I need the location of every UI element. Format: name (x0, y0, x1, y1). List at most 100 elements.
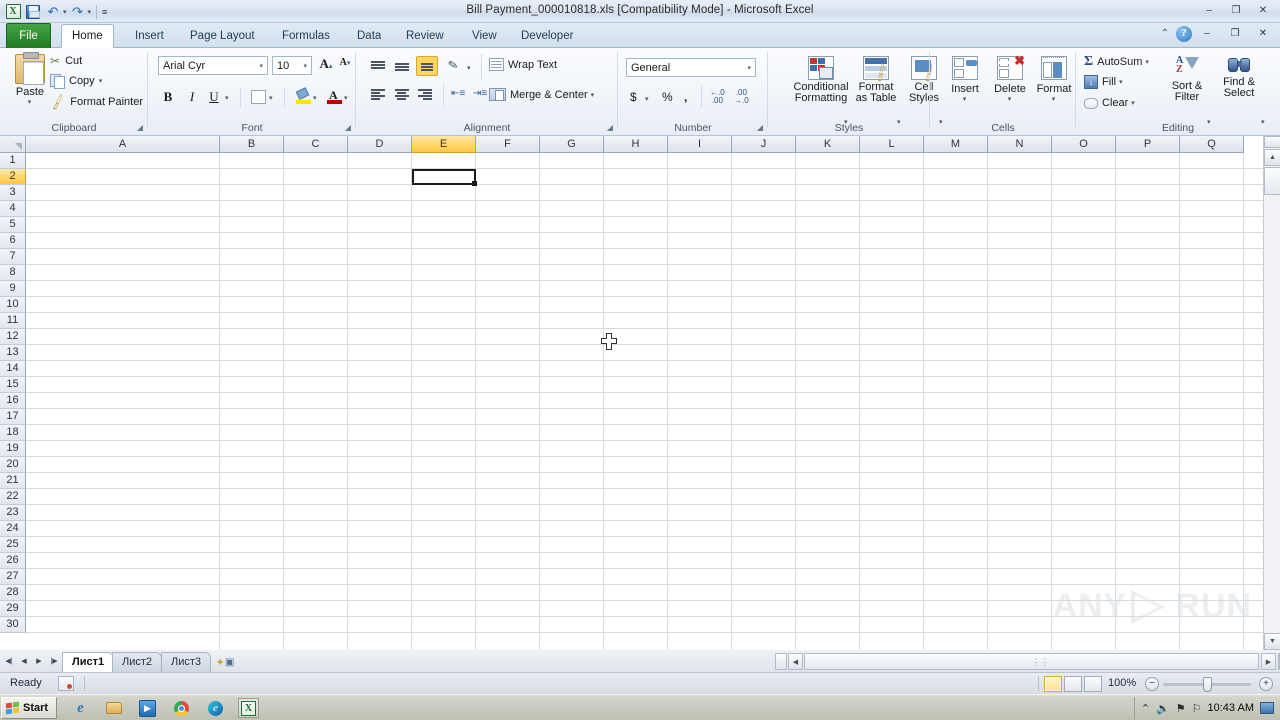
bold-button[interactable]: B (159, 88, 177, 106)
sheet-tab-1[interactable]: Лист1 (62, 652, 115, 672)
wrap-text-button[interactable]: Wrap Text (489, 58, 557, 71)
minimize-button[interactable]: – (1196, 2, 1222, 19)
doc-minimize-button[interactable]: – (1194, 25, 1220, 42)
cut-button[interactable]: ✂ Cut (50, 54, 82, 68)
media-player-icon[interactable]: ▶ (137, 698, 158, 718)
row-header-26[interactable]: 26 (0, 553, 26, 569)
underline-button[interactable]: U (205, 88, 223, 106)
next-sheet-button[interactable]: ▶ (32, 653, 46, 668)
tab-file[interactable]: File (6, 23, 51, 48)
help-icon[interactable]: ? (1176, 25, 1192, 42)
row-header-23[interactable]: 23 (0, 505, 26, 521)
number-dialog-launcher[interactable] (755, 123, 765, 133)
tab-insert[interactable]: Insert (125, 24, 174, 48)
font-name-input[interactable]: Arial Cyr ▾ (158, 56, 268, 75)
scroll-right-button[interactable]: ▶ (1261, 653, 1276, 670)
font-name-caret[interactable]: ▾ (259, 62, 265, 70)
delete-caret[interactable]: ▾ (1008, 95, 1012, 103)
show-hidden-icons-button[interactable]: ⌃ (1141, 702, 1150, 715)
column-header-H[interactable]: H (604, 136, 668, 153)
column-header-O[interactable]: O (1052, 136, 1116, 153)
decrease-decimal-button[interactable]: .00 →.0 (734, 89, 749, 105)
row-header-12[interactable]: 12 (0, 329, 26, 345)
row-header-10[interactable]: 10 (0, 297, 26, 313)
delete-cells-button[interactable]: ✖ Delete ▾ (988, 53, 1032, 103)
increase-indent-button[interactable]: ⇥≡ (473, 88, 489, 102)
row-header-5[interactable]: 5 (0, 217, 26, 233)
row-header-3[interactable]: 3 (0, 185, 26, 201)
row-header-30[interactable]: 30 (0, 617, 26, 633)
vertical-scrollbar[interactable]: ▲ ▼ (1263, 136, 1280, 650)
column-header-A[interactable]: A (26, 136, 220, 153)
horizontal-scroll-thumb[interactable]: ⋮⋮ (804, 653, 1259, 670)
underline-dropdown-caret[interactable]: ▾ (225, 94, 229, 102)
edge-icon[interactable]: e (205, 698, 226, 718)
row-header-29[interactable]: 29 (0, 601, 26, 617)
column-header-P[interactable]: P (1116, 136, 1180, 153)
fill-caret[interactable]: ▾ (1119, 78, 1123, 86)
scroll-up-button[interactable]: ▲ (1264, 149, 1280, 166)
align-right-button[interactable] (417, 88, 433, 102)
insert-worksheet-icon[interactable]: ✦ ▣ (213, 653, 237, 671)
column-header-E[interactable]: E (412, 136, 476, 153)
sheet-tab-2[interactable]: Лист2 (112, 652, 163, 672)
clear-button[interactable]: Clear ▾ (1084, 97, 1135, 109)
column-header-D[interactable]: D (348, 136, 412, 153)
clipboard-dialog-launcher[interactable] (135, 123, 145, 133)
security-icon[interactable]: ⚑ (1176, 702, 1186, 715)
row-header-1[interactable]: 1 (0, 153, 26, 169)
top-align-button[interactable] (370, 60, 386, 74)
column-header-I[interactable]: I (668, 136, 732, 153)
doc-restore-button[interactable]: ❐ (1222, 25, 1248, 42)
accounting-caret[interactable]: ▾ (645, 95, 649, 103)
paste-button[interactable]: Paste ▾ (8, 52, 52, 106)
autosum-caret[interactable]: ▾ (1145, 58, 1149, 66)
borders-dropdown-caret[interactable]: ▾ (269, 94, 273, 102)
split-handle-left[interactable] (775, 653, 787, 670)
select-all-button[interactable] (0, 136, 26, 153)
network-icon[interactable]: ⚐ (1192, 702, 1202, 715)
macro-record-button[interactable] (58, 676, 74, 691)
column-header-L[interactable]: L (860, 136, 924, 153)
column-header-J[interactable]: J (732, 136, 796, 153)
merge-center-button[interactable]: Merge & Center ▾ (489, 88, 594, 101)
active-cell-selection[interactable] (412, 169, 477, 186)
column-header-F[interactable]: F (476, 136, 540, 153)
font-size-input[interactable]: 10 ▾ (272, 56, 312, 75)
row-header-24[interactable]: 24 (0, 521, 26, 537)
grow-font-button[interactable]: A▴ (316, 56, 336, 76)
row-header-17[interactable]: 17 (0, 409, 26, 425)
number-format-caret[interactable]: ▾ (747, 64, 753, 72)
shrink-font-button[interactable]: A▾ (335, 56, 355, 76)
font-color-caret[interactable]: ▾ (344, 94, 348, 102)
middle-align-button[interactable] (394, 60, 410, 74)
normal-view-button[interactable] (1044, 676, 1062, 692)
number-format-select[interactable]: General ▾ (626, 58, 756, 77)
last-sheet-button[interactable]: |▶ (47, 653, 61, 668)
bottom-align-button[interactable] (416, 56, 438, 76)
column-header-B[interactable]: B (220, 136, 284, 153)
autosum-button[interactable]: Σ AutoSum ▾ (1084, 54, 1149, 70)
increase-decimal-button[interactable]: ←.0 .00 (710, 89, 725, 105)
tab-view[interactable]: View (462, 24, 507, 48)
accounting-format-button[interactable]: $ (630, 90, 637, 104)
row-header-4[interactable]: 4 (0, 201, 26, 217)
font-color-button[interactable]: A (327, 88, 342, 104)
split-handle-top[interactable] (1264, 136, 1280, 148)
insert-cells-button[interactable]: Insert ▾ (944, 56, 986, 103)
column-header-N[interactable]: N (988, 136, 1052, 153)
column-header-K[interactable]: K (796, 136, 860, 153)
sheet-tab-3[interactable]: Лист3 (161, 652, 212, 672)
first-sheet-button[interactable]: ◀| (2, 653, 16, 668)
fill-color-button[interactable] (295, 87, 311, 104)
close-button[interactable]: ✕ (1250, 2, 1276, 19)
zoom-slider-thumb[interactable] (1203, 677, 1212, 692)
row-header-18[interactable]: 18 (0, 425, 26, 441)
tab-formulas[interactable]: Formulas (272, 24, 340, 48)
orientation-button[interactable]: ✎ (447, 57, 460, 73)
row-header-15[interactable]: 15 (0, 377, 26, 393)
orientation-caret[interactable]: ▾ (467, 64, 471, 72)
tab-developer[interactable]: Developer (511, 24, 583, 48)
row-header-2[interactable]: 2 (0, 169, 26, 185)
paste-dropdown-caret[interactable]: ▾ (7, 98, 52, 106)
